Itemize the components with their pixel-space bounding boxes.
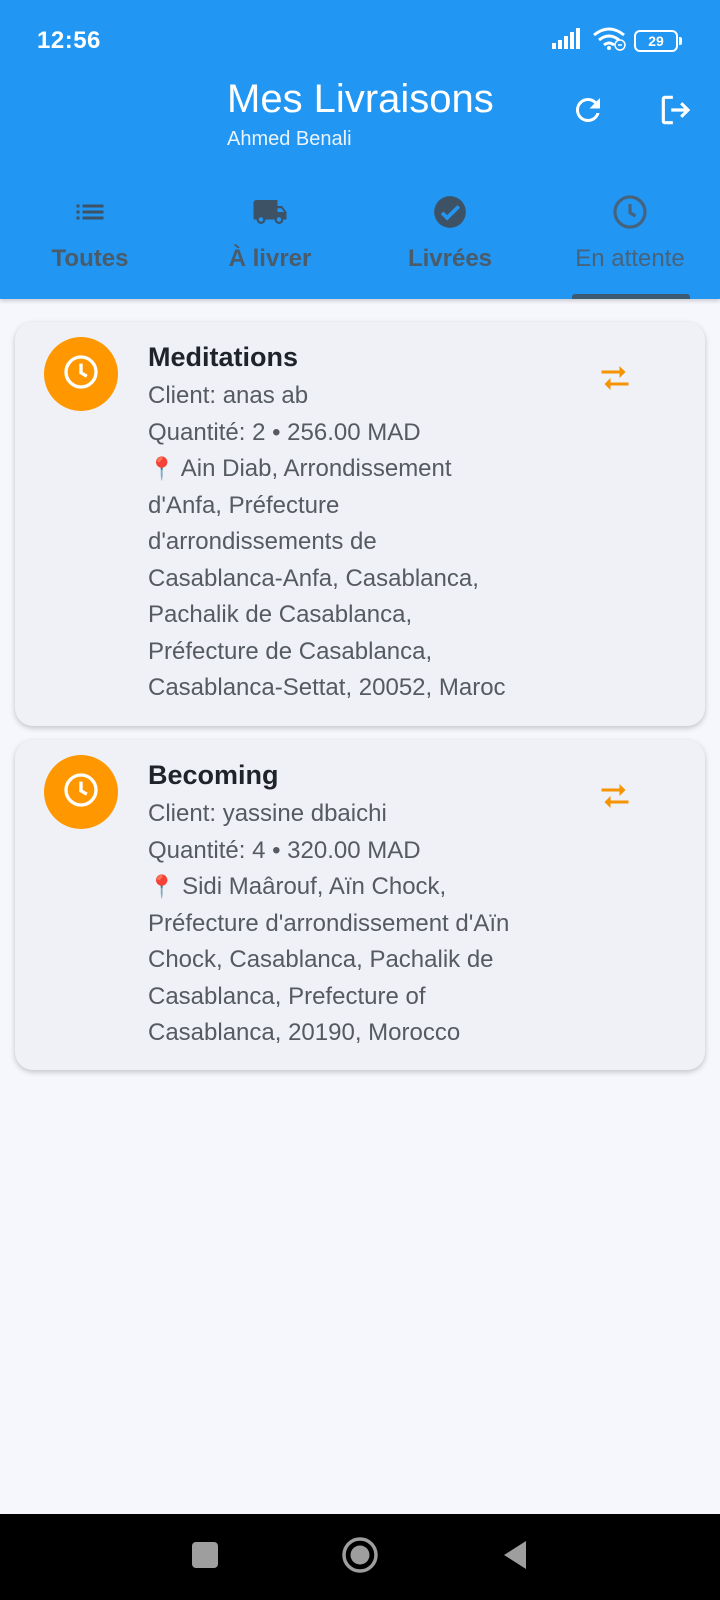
address-line: Casablanca, 20190, Morocco <box>148 1019 461 1046</box>
product-title: Meditations <box>148 342 299 372</box>
home-circle-icon <box>341 1536 379 1579</box>
battery-level: 29 <box>648 33 664 49</box>
client-name: Client: yassine dbaichi <box>148 800 387 827</box>
product-title: Becoming <box>148 760 279 790</box>
tab-label: Livrées <box>407 245 493 272</box>
location-pin-icon: 📍 <box>148 456 176 481</box>
user-name: Ahmed Benali <box>227 128 352 150</box>
logout-button[interactable] <box>652 88 700 136</box>
swap-icon <box>597 781 633 816</box>
change-status-button[interactable] <box>593 358 637 402</box>
clock-icon <box>610 192 650 232</box>
address-line: Chock, Casablanca, Pachalik de <box>148 946 494 973</box>
address-line: Casablanca, Prefecture of <box>148 982 426 1010</box>
back-triangle-icon <box>500 1539 530 1576</box>
clock-icon <box>61 352 101 397</box>
location-pin-icon: 📍 <box>148 874 176 899</box>
tab-en-attente[interactable]: En attente <box>540 180 720 299</box>
address-line: d'arrondissements de <box>148 528 377 555</box>
tab-label: En attente <box>575 245 685 272</box>
app-header: 12:56 29 Mes Livraisons Ahmed Benali Tou… <box>0 0 720 299</box>
client-name: Client: anas ab <box>148 382 309 409</box>
recents-square-icon <box>191 1541 219 1574</box>
back-button[interactable] <box>490 1532 540 1582</box>
tab-livrees[interactable]: Livrées <box>360 180 540 299</box>
quantity-price: Quantité: 2 • 256.00 MAD <box>148 418 421 446</box>
swap-icon <box>597 363 633 398</box>
check-circle-icon <box>430 192 470 232</box>
tab-toutes[interactable]: Toutes <box>0 180 180 299</box>
tab-bar: Toutes À livrer Livrées En attente <box>0 180 720 299</box>
list-icon <box>70 192 110 232</box>
status-time: 12:56 <box>37 27 101 54</box>
clock-icon <box>61 770 101 815</box>
tab-label: À livrer <box>228 245 312 272</box>
quantity-price: Quantité: 4 • 320.00 MAD <box>148 836 421 864</box>
change-status-button[interactable] <box>593 776 637 820</box>
address-line: d'Anfa, Préfecture <box>148 491 340 519</box>
address-line: 📍 Sidi Maârouf, Aïn Chock, <box>148 873 447 900</box>
status-bar: 12:56 29 <box>0 0 720 80</box>
pending-status-avatar <box>44 755 118 829</box>
tab-indicator <box>572 294 690 299</box>
tab-a-livrer[interactable]: À livrer <box>180 180 360 299</box>
address-line: Pachalik de Casablanca, <box>148 601 413 628</box>
battery-icon: 29 <box>634 30 682 52</box>
pending-status-avatar <box>44 337 118 411</box>
recents-button[interactable] <box>180 1532 230 1582</box>
refresh-icon <box>570 92 606 133</box>
card-body: Meditations Client: anas ab Quantité: 2 … <box>148 340 548 707</box>
address-line: 📍 Ain Diab, Arrondissement <box>148 455 452 482</box>
wifi-icon <box>592 27 626 56</box>
signal-icon <box>552 27 584 55</box>
delivery-card[interactable]: Meditations Client: anas ab Quantité: 2 … <box>15 322 705 726</box>
status-icons: 29 <box>552 27 682 56</box>
title-block: Mes Livraisons Ahmed Benali <box>227 76 494 152</box>
delivery-card[interactable]: Becoming Client: yassine dbaichi Quantit… <box>15 740 705 1070</box>
home-button[interactable] <box>335 1532 385 1582</box>
address-line: Casablanca-Settat, 20052, Maroc <box>148 674 506 701</box>
truck-icon <box>250 192 290 232</box>
page-title: Mes Livraisons <box>227 77 494 121</box>
address-line: Préfecture d'arrondissement d'Aïn <box>148 909 510 937</box>
system-nav-bar <box>0 1514 720 1600</box>
card-body: Becoming Client: yassine dbaichi Quantit… <box>148 758 548 1052</box>
logout-icon <box>657 91 695 134</box>
refresh-button[interactable] <box>564 88 612 136</box>
address-line: Préfecture de Casablanca, <box>148 637 433 665</box>
tab-label: Toutes <box>51 245 129 272</box>
address-line: Casablanca-Anfa, Casablanca, <box>148 564 479 592</box>
